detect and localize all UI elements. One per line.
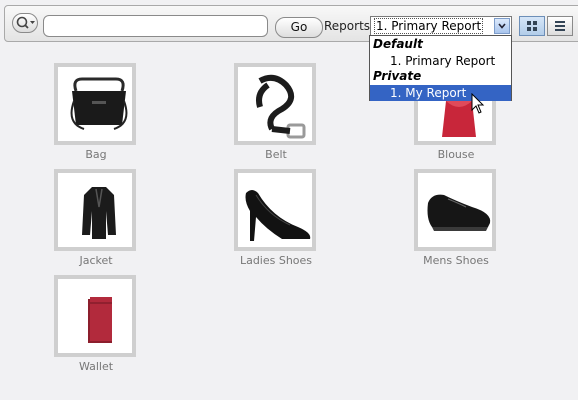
grid-view-button[interactable] [519, 16, 545, 36]
group-label-default: Default [373, 37, 423, 51]
reports-label: Reports [324, 19, 371, 33]
product-tile-ladies-shoes[interactable] [234, 169, 316, 251]
product-tile-bag[interactable] [54, 63, 136, 145]
product-image-frame [54, 63, 136, 145]
product-caption[interactable]: Blouse [396, 148, 516, 161]
magnifier-icon [16, 16, 35, 29]
bag-icon [70, 77, 128, 130]
ladies-shoes-icon [245, 190, 311, 241]
option-label: 1. My Report [390, 86, 467, 100]
chevron-down-icon [498, 23, 506, 29]
product-image-frame [414, 169, 496, 251]
product-caption[interactable]: Ladies Shoes [216, 254, 336, 267]
belt-icon [256, 74, 306, 139]
product-image-frame [54, 275, 136, 357]
option-primary-report[interactable]: 1. Primary Report [370, 53, 511, 69]
product-tile-belt[interactable] [234, 63, 316, 145]
search-options-button[interactable] [12, 13, 38, 33]
wallet-icon [88, 297, 112, 343]
product-tile-mens-shoes[interactable] [414, 169, 496, 251]
option-label: 1. Primary Report [390, 54, 496, 68]
report-select-value: 1. Primary Report [373, 18, 484, 34]
select-arrow-button[interactable] [494, 18, 510, 34]
product-image-frame [234, 169, 316, 251]
mouse-cursor-icon [471, 93, 485, 114]
group-label-private: Private [373, 69, 422, 83]
product-caption[interactable]: Bag [36, 148, 156, 161]
go-button[interactable]: Go [275, 17, 323, 38]
list-view-button[interactable] [547, 16, 573, 36]
product-image-frame [234, 63, 316, 145]
list-view-icon [555, 21, 565, 31]
product-caption[interactable]: Jacket [36, 254, 156, 267]
report-select[interactable]: 1. Primary Report [370, 16, 512, 36]
product-caption[interactable]: Belt [216, 148, 336, 161]
product-caption[interactable]: Mens Shoes [396, 254, 516, 267]
product-tile-wallet[interactable] [54, 275, 136, 357]
chevron-down-icon [30, 21, 35, 24]
product-caption[interactable]: Wallet [36, 360, 156, 373]
product-tile-jacket[interactable] [54, 169, 136, 251]
mens-shoes-icon [427, 194, 491, 231]
report-dropdown-list: Default 1. Primary Report Private 1. My … [369, 35, 512, 101]
search-input[interactable] [43, 15, 268, 37]
grid-view-icon [527, 21, 537, 31]
option-my-report[interactable]: 1. My Report [370, 85, 511, 101]
product-image-frame [54, 169, 136, 251]
jacket-icon [82, 187, 116, 239]
